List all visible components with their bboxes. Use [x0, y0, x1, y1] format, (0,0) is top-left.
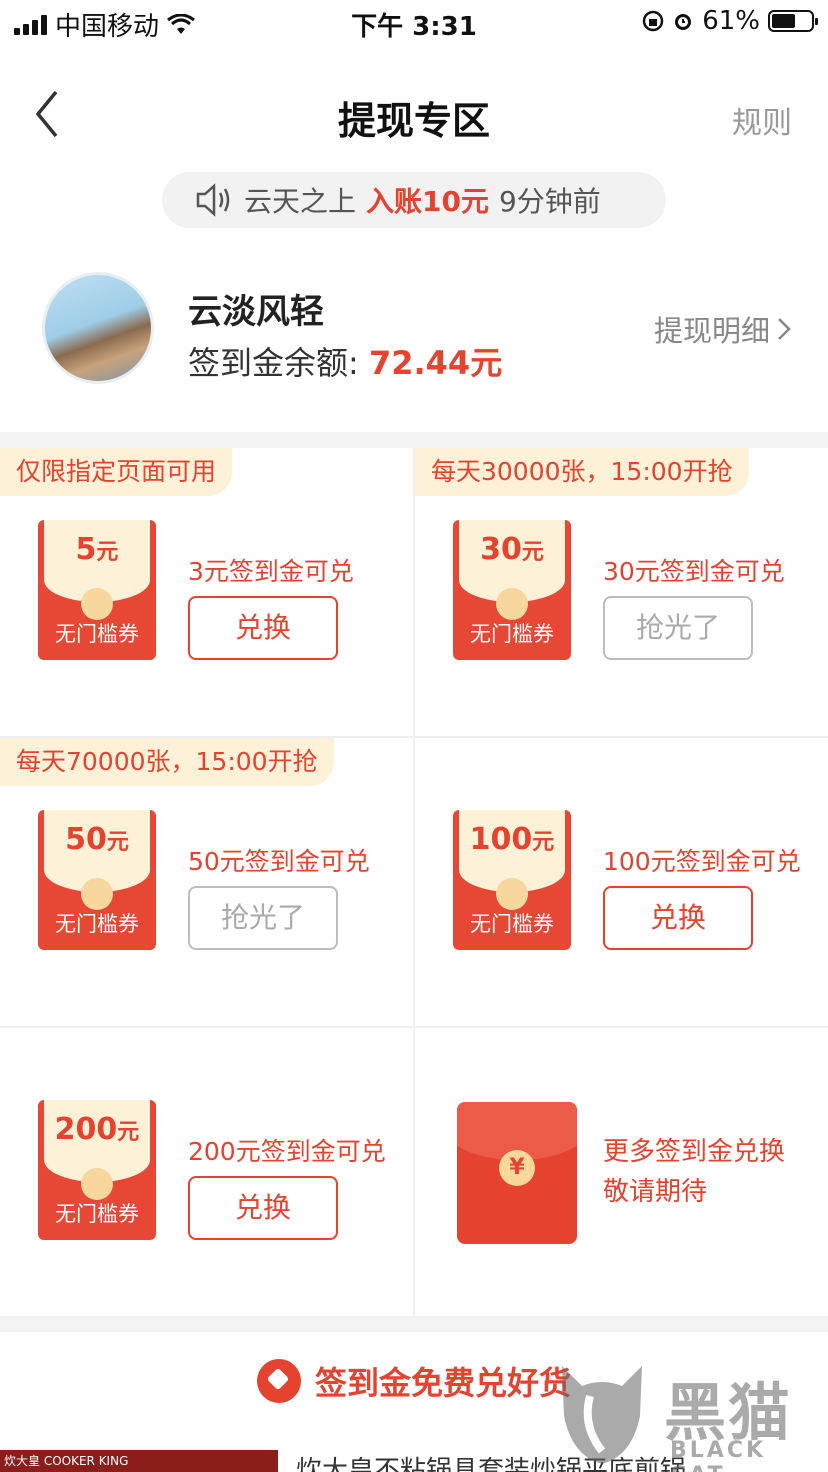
- coupon-desc: 30元签到金可兑: [603, 557, 785, 586]
- alarm-icon: [675, 14, 692, 30]
- battery-percent: 61%: [702, 6, 760, 36]
- chevron-right-icon: [778, 318, 791, 340]
- coupon-tag: 每天70000张，15:00开抢: [0, 738, 334, 786]
- user-section: 云淡风轻 签到金余额: 72.44元 提现明细: [0, 244, 828, 432]
- coupon-card: 100元 无门槛券 100元签到金可兑 兑换: [415, 738, 828, 1026]
- red-envelope-icon: ¥: [457, 1102, 577, 1244]
- tag-icon: [256, 1359, 301, 1403]
- exchange-button[interactable]: 兑换: [188, 596, 338, 660]
- announcement-ticker: 云天之上 入账10元 9分钟前: [162, 172, 666, 228]
- coupon-label: 无门槛券: [470, 912, 554, 936]
- balance-label: 签到金余额:: [188, 344, 359, 382]
- user-name: 云淡风轻: [188, 292, 324, 332]
- speaker-icon: [196, 183, 230, 217]
- coupon-card: 200元 无门槛券 200元签到金可兑 兑换: [0, 1028, 413, 1316]
- coupon-ticket: 200元 无门槛券: [38, 1100, 156, 1240]
- coupon-tag: 每天30000张，15:00开抢: [415, 448, 749, 496]
- coupon-amount: 100元: [469, 822, 555, 857]
- more-line2: 敬请期待: [603, 1177, 708, 1207]
- product-thumbnail[interactable]: 炊大皇 COOKER KING: [0, 1450, 278, 1472]
- ticker-user: 云天之上: [244, 185, 357, 218]
- balance-row: 签到金余额: 72.44元: [188, 338, 502, 384]
- page-title: 提现专区: [337, 99, 490, 143]
- coupon-grid: 仅限指定页面可用 5元 无门槛券 3元签到金可兑 兑换 每天30000张，15:…: [0, 448, 828, 1316]
- coupon-ticket: 5元 无门槛券: [38, 520, 156, 660]
- battery-icon: [768, 10, 818, 32]
- balance-value: 72.44元: [368, 344, 503, 382]
- soldout-button[interactable]: 抢光了: [188, 886, 338, 950]
- coupon-card: 仅限指定页面可用 5元 无门槛券 3元签到金可兑 兑换: [0, 448, 413, 736]
- ticker-time: 9分钟前: [498, 185, 601, 218]
- withdraw-detail-label: 提现明细: [653, 314, 770, 348]
- exchange-button[interactable]: 兑换: [603, 886, 753, 950]
- withdraw-detail-link[interactable]: 提现明细: [654, 308, 792, 350]
- more-line1: 更多签到金兑换: [603, 1137, 786, 1167]
- coupon-tag: 仅限指定页面可用: [0, 448, 233, 496]
- coupon-label: 无门槛券: [55, 622, 139, 646]
- status-bar: 中国移动 下午 3:31 61%: [0, 0, 828, 44]
- coupon-desc: 200元签到金可兑: [188, 1137, 386, 1166]
- ticker-section: 云天之上 入账10元 9分钟前: [0, 164, 828, 244]
- status-right: 61%: [642, 6, 818, 36]
- black-cat-icon: [562, 1366, 642, 1464]
- coupon-desc: 3元签到金可兑: [188, 557, 354, 586]
- coupon-card: 每天70000张，15:00开抢 50元 无门槛券 50元签到金可兑 抢光了: [0, 738, 413, 1026]
- coupon-label: 无门槛券: [55, 1202, 139, 1226]
- coupon-amount: 5元: [75, 532, 119, 567]
- coupon-ticket: 30元 无门槛券: [453, 520, 571, 660]
- yuan-coin-icon: ¥: [499, 1150, 535, 1186]
- avatar: [42, 272, 154, 384]
- coupon-ticket: 50元 无门槛券: [38, 810, 156, 950]
- coupon-label: 无门槛券: [55, 912, 139, 936]
- coupon-amount: 200元: [54, 1112, 140, 1147]
- coupon-desc: 100元签到金可兑: [603, 847, 801, 876]
- coupon-amount: 50元: [65, 822, 129, 857]
- watermark-en: BLACK CAT: [670, 1438, 767, 1472]
- coupon-ticket: 100元 无门槛券: [453, 810, 571, 950]
- promo-title: 签到金免费兑好货: [314, 1364, 571, 1402]
- exchange-button[interactable]: 兑换: [188, 1176, 338, 1240]
- more-coming-card: ¥ 更多签到金兑换 敬请期待: [415, 1028, 828, 1316]
- nav-header: 提现专区 规则: [0, 44, 828, 164]
- rules-link[interactable]: 规则: [732, 98, 792, 142]
- soldout-button[interactable]: 抢光了: [603, 596, 753, 660]
- coupon-card: 每天30000张，15:00开抢 30元 无门槛券 30元签到金可兑 抢光了: [415, 448, 828, 736]
- more-text: 更多签到金兑换 敬请期待: [603, 1132, 785, 1212]
- orientation-lock-icon: [642, 10, 664, 32]
- coupon-desc: 50元签到金可兑: [188, 847, 370, 876]
- watermark-logo: 黑猫 BLACK CAT: [552, 1356, 822, 1472]
- coupon-amount: 30元: [480, 532, 544, 567]
- ticker-amount: 入账10元: [366, 185, 489, 218]
- coupon-label: 无门槛券: [470, 622, 554, 646]
